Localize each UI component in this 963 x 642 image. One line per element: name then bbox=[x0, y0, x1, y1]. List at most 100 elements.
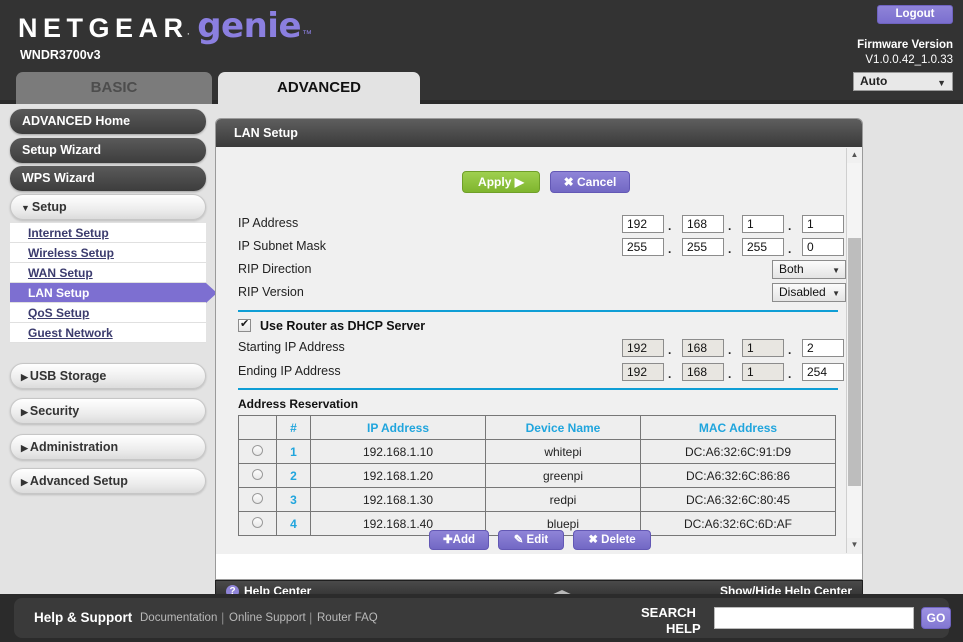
help-support-title: Help & Support bbox=[34, 610, 132, 625]
scroll-down-icon[interactable]: ▼ bbox=[847, 538, 862, 553]
sidebar-group-setup[interactable]: ▼Setup bbox=[10, 194, 206, 220]
subnet-mask-label: IP Subnet Mask bbox=[238, 236, 326, 257]
row-radio-cell[interactable] bbox=[239, 440, 277, 464]
row-ip-address: 192.168.1.20 bbox=[311, 464, 486, 488]
chevron-down-icon: ▼ bbox=[21, 203, 30, 213]
close-icon: ✖ bbox=[588, 534, 598, 546]
chevron-right-icon: ▶ bbox=[21, 372, 28, 382]
sidebar-group-usb-storage[interactable]: ▶USB Storage bbox=[10, 363, 206, 389]
ip-address-octet-1[interactable]: 192 bbox=[622, 215, 664, 233]
footer-separator: | bbox=[221, 610, 224, 625]
sidebar-item-advanced-home[interactable]: ADVANCED Home bbox=[10, 109, 206, 134]
apply-button[interactable]: Apply ▶ bbox=[462, 171, 540, 193]
cancel-button-label: Cancel bbox=[577, 175, 616, 189]
ip-address-octet-2[interactable]: 168 bbox=[682, 215, 724, 233]
starting-ip-octet-4[interactable]: 2 bbox=[802, 339, 844, 357]
row-radio-cell[interactable] bbox=[239, 464, 277, 488]
scroll-up-icon[interactable]: ▲ bbox=[847, 148, 862, 163]
chevron-right-icon: ▶ bbox=[21, 407, 28, 417]
rip-version-select[interactable]: Disabled ▼ bbox=[772, 283, 846, 302]
ip-address-row: IP Address 192 . 168 . 1 . 1 bbox=[238, 213, 838, 236]
octet-separator: . bbox=[788, 367, 791, 381]
genie-wordmark: genie bbox=[197, 6, 301, 46]
row-index: 2 bbox=[277, 464, 311, 488]
sidebar-group-security[interactable]: ▶Security bbox=[10, 398, 206, 424]
octet-separator: . bbox=[728, 242, 731, 256]
row-radio-cell[interactable] bbox=[239, 512, 277, 536]
row-device-name: redpi bbox=[486, 488, 641, 512]
sidebar-group-advanced-setup[interactable]: ▶Advanced Setup bbox=[10, 468, 206, 494]
language-select[interactable]: Auto ▼ bbox=[853, 72, 953, 91]
octet-separator: . bbox=[728, 343, 731, 357]
row-radio-button[interactable] bbox=[252, 445, 263, 456]
body-area: ADVANCED Home Setup Wizard WPS Wizard ▼S… bbox=[0, 104, 963, 594]
octet-separator: . bbox=[788, 219, 791, 233]
sidebar-item-wireless-setup[interactable]: Wireless Setup bbox=[10, 243, 206, 263]
sidebar-group-security-label: Security bbox=[30, 404, 79, 418]
sidebar-group-administration[interactable]: ▶Administration bbox=[10, 434, 206, 460]
row-ip-address: 192.168.1.30 bbox=[311, 488, 486, 512]
starting-ip-octet-1[interactable]: 192 bbox=[622, 339, 664, 357]
search-help-input[interactable] bbox=[714, 607, 914, 629]
row-radio-button[interactable] bbox=[252, 517, 263, 528]
row-radio-button[interactable] bbox=[252, 493, 263, 504]
sidebar-item-qos-setup[interactable]: QoS Setup bbox=[10, 303, 206, 323]
ending-ip-octet-3[interactable]: 1 bbox=[742, 363, 784, 381]
tab-basic[interactable]: BASIC bbox=[16, 72, 212, 104]
sidebar-item-setup-wizard[interactable]: Setup Wizard bbox=[10, 138, 206, 163]
table-header-select bbox=[239, 416, 277, 440]
subnet-mask-octet-3[interactable]: 255 bbox=[742, 238, 784, 256]
delete-button[interactable]: ✖ Delete bbox=[573, 530, 651, 550]
ip-address-label: IP Address bbox=[238, 213, 298, 234]
add-button[interactable]: ✚Add bbox=[429, 530, 489, 550]
address-reservation-title: Address Reservation bbox=[238, 397, 358, 411]
octet-separator: . bbox=[788, 242, 791, 256]
logout-button[interactable]: Logout bbox=[877, 5, 953, 24]
tab-advanced[interactable]: ADVANCED bbox=[218, 72, 420, 104]
edit-button[interactable]: ✎ Edit bbox=[498, 530, 564, 550]
brand-logo: NETGEAR · genie ™ bbox=[18, 6, 312, 46]
row-mac-address: DC:A6:32:6C:91:D9 bbox=[641, 440, 836, 464]
subnet-mask-octet-2[interactable]: 255 bbox=[682, 238, 724, 256]
row-radio-cell[interactable] bbox=[239, 488, 277, 512]
sidebar-item-internet-setup[interactable]: Internet Setup bbox=[10, 223, 206, 243]
dhcp-server-label: Use Router as DHCP Server bbox=[260, 319, 425, 333]
sidebar: ADVANCED Home Setup Wizard WPS Wizard ▼S… bbox=[0, 104, 215, 594]
sidebar-item-guest-network[interactable]: Guest Network bbox=[10, 323, 206, 343]
footer-link-documentation[interactable]: Documentation bbox=[140, 612, 217, 624]
sidebar-item-lan-setup[interactable]: LAN Setup bbox=[10, 283, 206, 303]
table-row[interactable]: 2 192.168.1.20 greenpi DC:A6:32:6C:86:86 bbox=[239, 464, 836, 488]
apply-button-label: Apply bbox=[478, 175, 511, 189]
table-row[interactable]: 3 192.168.1.30 redpi DC:A6:32:6C:80:45 bbox=[239, 488, 836, 512]
table-header-row: # IP Address Device Name MAC Address bbox=[239, 416, 836, 440]
scrollbar-thumb[interactable] bbox=[848, 238, 861, 486]
starting-ip-octet-2[interactable]: 168 bbox=[682, 339, 724, 357]
table-row[interactable]: 1 192.168.1.10 whitepi DC:A6:32:6C:91:D9 bbox=[239, 440, 836, 464]
subnet-mask-octet-4[interactable]: 0 bbox=[802, 238, 844, 256]
starting-ip-octet-3[interactable]: 1 bbox=[742, 339, 784, 357]
ip-address-octet-4[interactable]: 1 bbox=[802, 215, 844, 233]
subnet-mask-octet-1[interactable]: 255 bbox=[622, 238, 664, 256]
cancel-button[interactable]: ✖ Cancel bbox=[550, 171, 630, 193]
sidebar-item-wan-setup[interactable]: WAN Setup bbox=[10, 263, 206, 283]
ending-ip-octet-2[interactable]: 168 bbox=[682, 363, 724, 381]
rip-direction-row: RIP Direction Both ▼ bbox=[238, 259, 838, 282]
panel-scrollbar[interactable]: ▲ ▼ bbox=[846, 148, 861, 553]
row-radio-button[interactable] bbox=[252, 469, 263, 480]
rip-direction-select[interactable]: Both ▼ bbox=[772, 260, 846, 279]
octet-separator: . bbox=[728, 219, 731, 233]
footer-link-online-support[interactable]: Online Support bbox=[229, 612, 306, 624]
app-header: NETGEAR · genie ™ WNDR3700v3 Logout Firm… bbox=[0, 0, 963, 100]
row-device-name: whitepi bbox=[486, 440, 641, 464]
dhcp-server-checkbox[interactable] bbox=[238, 319, 251, 332]
search-go-button[interactable]: GO bbox=[921, 607, 951, 629]
rip-direction-label: RIP Direction bbox=[238, 259, 311, 280]
ending-ip-octet-4[interactable]: 254 bbox=[802, 363, 844, 381]
footer-link-router-faq[interactable]: Router FAQ bbox=[317, 612, 378, 624]
add-button-label: Add bbox=[453, 534, 475, 546]
firmware-version-label: Firmware Version bbox=[857, 39, 953, 51]
sidebar-item-wps-wizard[interactable]: WPS Wizard bbox=[10, 166, 206, 191]
ip-address-octet-3[interactable]: 1 bbox=[742, 215, 784, 233]
delete-button-label: Delete bbox=[601, 534, 636, 546]
ending-ip-octet-1[interactable]: 192 bbox=[622, 363, 664, 381]
